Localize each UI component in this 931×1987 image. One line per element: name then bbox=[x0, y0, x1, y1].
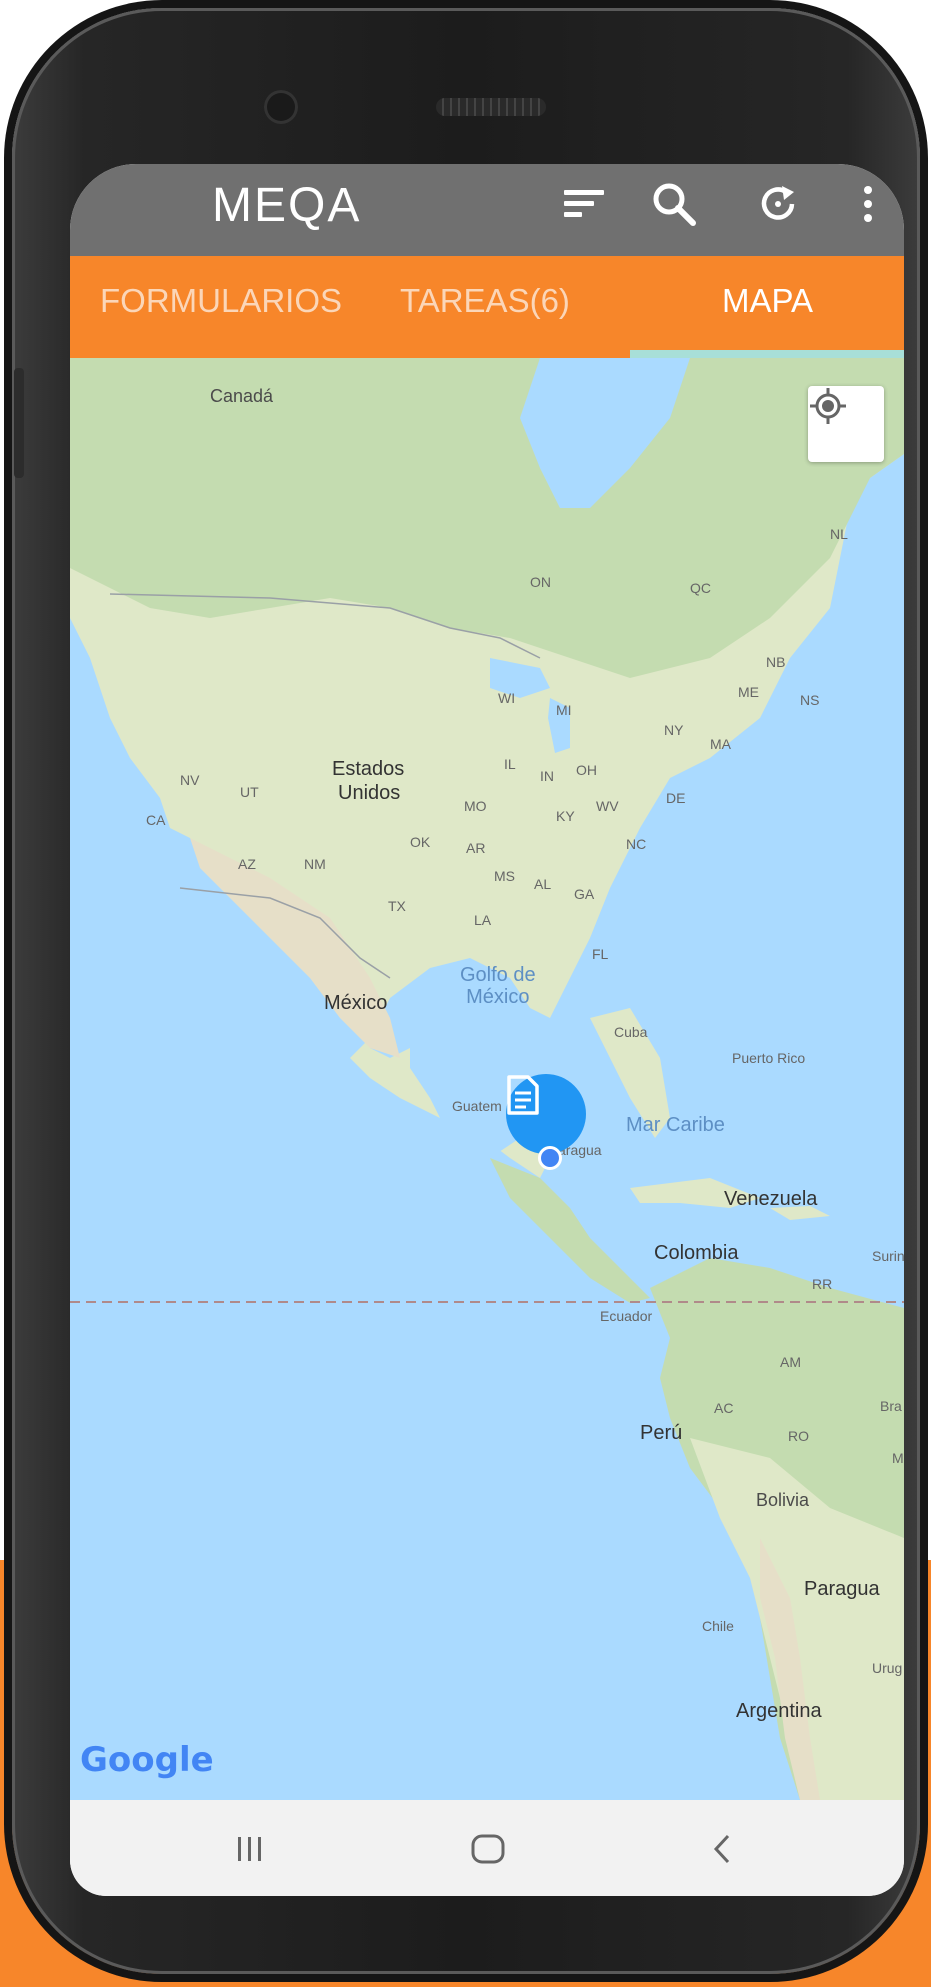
map-label-la: LA bbox=[474, 912, 492, 928]
map-label-mi: MI bbox=[556, 702, 572, 718]
tab-indicator bbox=[630, 350, 904, 358]
map-label-ms: MS bbox=[494, 868, 515, 884]
app-bar: MEQA bbox=[70, 164, 904, 256]
map-label-nl: NL bbox=[830, 526, 848, 542]
map-label-wv: WV bbox=[596, 798, 619, 814]
map-label-unidos: Unidos bbox=[338, 782, 401, 804]
map-label-tx: TX bbox=[388, 898, 406, 914]
phone-frame: MEQA FORMULARIOS TAREAS(6) MAPA Canadá O… bbox=[12, 8, 920, 1974]
phone-screen: MEQA FORMULARIOS TAREAS(6) MAPA Canadá O… bbox=[70, 164, 904, 1896]
map-label-venezuela: Venezuela bbox=[724, 1188, 818, 1210]
map-label-colombia: Colombia bbox=[654, 1242, 739, 1264]
map-label-il: IL bbox=[504, 756, 516, 772]
my-location-button[interactable] bbox=[808, 386, 884, 462]
map-label-nb: NB bbox=[766, 654, 786, 670]
map-label-golfo-line2: México bbox=[466, 986, 530, 1008]
map-label-nc: NC bbox=[626, 836, 647, 852]
map-label-ca: CA bbox=[146, 812, 166, 828]
back-icon[interactable] bbox=[692, 1824, 752, 1874]
system-nav-bar bbox=[70, 1800, 904, 1896]
map-label-al: AL bbox=[534, 876, 552, 892]
map-label-ro: RO bbox=[788, 1428, 809, 1444]
my-location-icon bbox=[810, 388, 846, 424]
google-attribution-text: Google bbox=[80, 1740, 214, 1780]
map-label-peru: Perú bbox=[640, 1422, 683, 1444]
map-label-nv: NV bbox=[180, 772, 200, 788]
current-location-dot bbox=[538, 1146, 562, 1170]
map-label-oh: OH bbox=[576, 762, 597, 778]
map-label-bolivia: Bolivia bbox=[756, 1490, 810, 1510]
more-vert-icon[interactable] bbox=[840, 176, 896, 232]
map-label-estados: Estados bbox=[332, 758, 405, 780]
map-label-az: AZ bbox=[238, 856, 256, 872]
map-label-mexico: México bbox=[324, 992, 388, 1014]
map-label-argentina: Argentina bbox=[736, 1700, 822, 1722]
map-label-ecuador: Ecuador bbox=[600, 1308, 653, 1324]
map-label-mo: MO bbox=[464, 798, 487, 814]
map-label-ut: UT bbox=[240, 784, 259, 800]
map-label-on: ON bbox=[530, 574, 551, 590]
sort-icon[interactable] bbox=[556, 176, 612, 232]
tab-bar: FORMULARIOS TAREAS(6) MAPA bbox=[70, 256, 904, 358]
map-label-golfo-line1: Golfo de bbox=[460, 964, 536, 986]
map-label-mar-caribe: Mar Caribe bbox=[626, 1114, 725, 1136]
map-label-ga: GA bbox=[574, 886, 595, 902]
map-label-ar: AR bbox=[466, 840, 486, 856]
map-label-uruguay: Urug bbox=[872, 1660, 903, 1676]
map-label-ns: NS bbox=[800, 692, 820, 708]
map-label-me: ME bbox=[738, 684, 759, 700]
map-label-ny: NY bbox=[664, 722, 684, 738]
map-label-nm: NM bbox=[304, 856, 326, 872]
map-label-cuba: Cuba bbox=[614, 1024, 648, 1040]
task-marker[interactable] bbox=[506, 1074, 586, 1154]
map-label-am: AM bbox=[780, 1354, 801, 1370]
map-label-de: DE bbox=[666, 790, 686, 806]
map-label-ky: KY bbox=[556, 808, 575, 824]
google-attribution: Google bbox=[80, 1740, 214, 1780]
map-label-golfo: Golfo de México bbox=[460, 964, 536, 1008]
map-label-paraguay: Paragua bbox=[804, 1578, 880, 1600]
map-label-ac: AC bbox=[714, 1400, 734, 1416]
tab-mapa[interactable]: MAPA bbox=[722, 282, 813, 320]
map-label-rr: RR bbox=[812, 1276, 833, 1292]
home-icon[interactable] bbox=[458, 1824, 518, 1874]
refresh-icon[interactable] bbox=[750, 176, 806, 232]
recent-apps-icon[interactable] bbox=[220, 1824, 280, 1874]
map-label-ok: OK bbox=[410, 834, 431, 850]
app-title: MEQA bbox=[212, 179, 362, 232]
map-label-fl: FL bbox=[592, 946, 609, 962]
map-label-canada: Canadá bbox=[210, 386, 274, 406]
map-label-chile: Chile bbox=[702, 1618, 734, 1634]
search-icon[interactable] bbox=[646, 176, 702, 232]
map-label-qc: QC bbox=[690, 580, 711, 596]
map-label-m: M bbox=[892, 1450, 904, 1466]
tab-tareas[interactable]: TAREAS(6) bbox=[400, 282, 570, 320]
map-label-in: IN bbox=[540, 768, 554, 784]
map-label-wi: WI bbox=[498, 690, 516, 706]
map-terrain bbox=[70, 358, 904, 1800]
map-view[interactable]: Canadá ON QC NL NB ME NS WI MI NY MA NV … bbox=[70, 358, 904, 1800]
front-camera bbox=[264, 90, 298, 124]
map-label-suriname: Surin bbox=[872, 1248, 904, 1264]
tab-formularios[interactable]: FORMULARIOS bbox=[100, 282, 342, 320]
phone-side-button bbox=[14, 368, 24, 478]
document-icon bbox=[507, 1075, 539, 1115]
map-label-brasil: Bra bbox=[880, 1398, 902, 1414]
map-label-puerto-rico: Puerto Rico bbox=[732, 1050, 806, 1066]
map-label-guatemala: Guatem bbox=[452, 1098, 502, 1114]
map-label-ma: MA bbox=[710, 736, 731, 752]
earpiece-speaker bbox=[436, 98, 546, 116]
